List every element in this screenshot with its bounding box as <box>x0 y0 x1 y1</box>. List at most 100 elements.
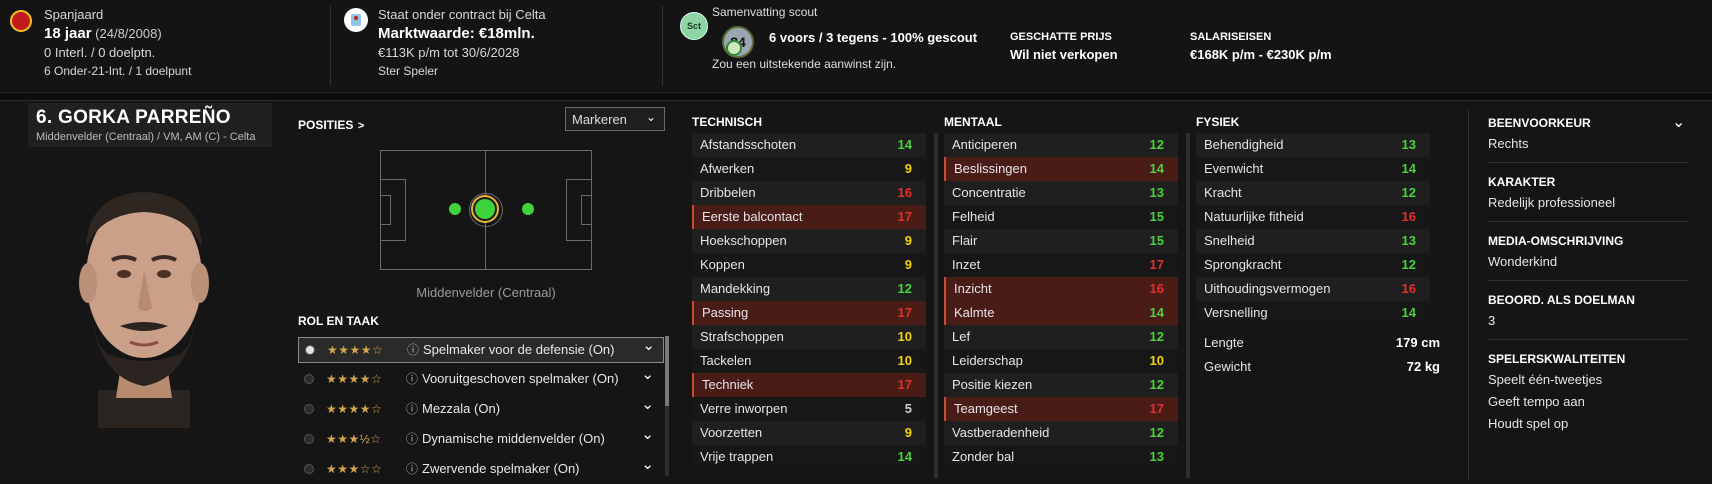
role-row[interactable]: ★★★★☆ ⓘ Vooruitgeschoven spelmaker (On) ⌄ <box>298 366 662 391</box>
scout-title: Samenvatting scout <box>712 5 818 19</box>
attribute-name: Natuurlijke fitheid <box>1204 209 1304 224</box>
attribute-row[interactable]: Eerste balcontact 17 <box>692 205 926 229</box>
attribute-row[interactable]: Hoekschoppen 9 <box>692 229 926 253</box>
foot-label: BEENVOORKEUR <box>1488 116 1591 130</box>
attribute-value: 14 <box>897 449 912 464</box>
chevron-down-icon[interactable]: ⌄ <box>1672 112 1685 132</box>
attribute-row[interactable]: Lef 12 <box>944 325 1178 349</box>
role-row[interactable]: ★★★★☆ ⓘ Spelmaker voor de defensie (On) ⌄ <box>298 337 664 363</box>
chevron-down-icon[interactable]: ⌄ <box>641 453 654 477</box>
attribute-row[interactable]: Teamgeest 17 <box>944 397 1178 421</box>
chevron-right-icon: > <box>357 120 365 132</box>
attribute-row[interactable]: Leiderschap 10 <box>944 349 1178 373</box>
attribute-row[interactable]: Flair 15 <box>944 229 1178 253</box>
attribute-row[interactable]: Techniek 17 <box>692 373 926 397</box>
role-radio[interactable] <box>304 374 314 384</box>
attribute-row[interactable]: Dribbelen 16 <box>692 181 926 205</box>
attribute-value: 5 <box>904 401 912 416</box>
attribute-row[interactable]: Anticiperen 12 <box>944 133 1178 157</box>
role-row[interactable]: ★★★☆☆ ⓘ Zwervende spelmaker (On) ⌄ <box>298 456 662 481</box>
attribute-row[interactable]: Behendigheid 13 <box>1196 133 1430 157</box>
attribute-row[interactable]: Beslissingen 14 <box>944 157 1178 181</box>
info-icon[interactable]: ⓘ <box>406 427 418 451</box>
quality-item: Houdt spel op <box>1488 416 1569 431</box>
attribute-row[interactable]: Passing 17 <box>692 301 926 325</box>
weight-value: 72 kg <box>1406 359 1440 374</box>
attribute-row[interactable]: Versnelling 14 <box>1196 301 1430 325</box>
salary-label: SALARISEISEN <box>1190 31 1272 43</box>
attribute-name: Voorzetten <box>700 425 763 440</box>
attribute-value: 16 <box>897 185 912 200</box>
player-position-line: Middenvelder (Centraal) / VM, AM (C) - C… <box>36 131 256 143</box>
attribute-value: 17 <box>1149 257 1164 272</box>
role-list-scrollbar[interactable] <box>665 336 669 476</box>
attribute-row[interactable]: Verre inworpen 5 <box>692 397 926 421</box>
highlight-dropdown[interactable]: Markeren ⌄ <box>565 107 665 131</box>
attribute-row[interactable]: Koppen 9 <box>692 253 926 277</box>
attribute-value: 12 <box>1149 425 1164 440</box>
attribute-value: 10 <box>1149 353 1164 368</box>
info-icon[interactable]: ⓘ <box>407 338 419 362</box>
attribute-name: Hoekschoppen <box>700 233 787 248</box>
attribute-name: Snelheid <box>1204 233 1255 248</box>
chevron-down-icon[interactable]: ⌄ <box>641 393 654 417</box>
chevron-down-icon[interactable]: ⌄ <box>642 334 655 358</box>
info-icon[interactable]: ⓘ <box>406 397 418 421</box>
attribute-name: Vrije trappen <box>700 449 774 464</box>
attribute-row[interactable]: Afstandsschoten 14 <box>692 133 926 157</box>
info-icon[interactable]: ⓘ <box>406 457 418 481</box>
media-value: Wonderkind <box>1488 254 1558 269</box>
attribute-row[interactable]: Evenwicht 14 <box>1196 157 1430 181</box>
scout-summary[interactable]: 6 voors / 3 tegens - 100% gescout <box>769 30 977 45</box>
attribute-row[interactable]: Inzet 17 <box>944 253 1178 277</box>
attribute-row[interactable]: Felheid 15 <box>944 205 1178 229</box>
salary-value: €168K p/m - €230K p/m <box>1190 47 1332 62</box>
role-name: Zwervende spelmaker (On) <box>422 461 580 476</box>
attribute-row[interactable]: Sprongkracht 12 <box>1196 253 1430 277</box>
attribute-name: Evenwicht <box>1204 161 1264 176</box>
attribute-row[interactable]: Inzicht 16 <box>944 277 1178 301</box>
role-row[interactable]: ★★★★☆ ⓘ Mezzala (On) ⌄ <box>298 396 662 421</box>
goalkeeper-rating-label: BEOORD. ALS DOELMAN <box>1488 293 1635 307</box>
attribute-name: Passing <box>702 305 749 320</box>
info-icon[interactable]: ⓘ <box>406 367 418 391</box>
attribute-row[interactable]: Vastberadenheid 12 <box>944 421 1178 445</box>
attribute-value: 9 <box>904 233 912 248</box>
position-pitch[interactable] <box>380 150 592 270</box>
positions-header[interactable]: POSITIES > <box>298 116 364 134</box>
attribute-row[interactable]: Snelheid 13 <box>1196 229 1430 253</box>
attribute-row[interactable]: Mandekking 12 <box>692 277 926 301</box>
attribute-value: 14 <box>1149 305 1164 320</box>
attribute-name: Uithoudingsvermogen <box>1204 281 1331 296</box>
attribute-row[interactable]: Kracht 12 <box>1196 181 1430 205</box>
qualities-label: SPELERSKWALITEITEN <box>1488 352 1626 366</box>
attribute-row[interactable]: Uithoudingsvermogen 16 <box>1196 277 1430 301</box>
attribute-value: 12 <box>1149 377 1164 392</box>
attribute-row[interactable]: Vrije trappen 14 <box>692 445 926 469</box>
role-radio[interactable] <box>305 345 315 355</box>
chevron-down-icon[interactable]: ⌄ <box>641 423 654 447</box>
attribute-row[interactable]: Voorzetten 9 <box>692 421 926 445</box>
contract-club: Staat onder contract bij Celta <box>378 7 546 22</box>
role-radio[interactable] <box>304 404 314 414</box>
attribute-value: 17 <box>897 305 912 320</box>
attribute-row[interactable]: Concentratie 13 <box>944 181 1178 205</box>
role-radio[interactable] <box>304 464 314 474</box>
attribute-row[interactable]: Zonder bal 13 <box>944 445 1178 469</box>
attribute-row[interactable]: Positie kiezen 12 <box>944 373 1178 397</box>
physical-header: FYSIEK <box>1196 115 1240 129</box>
attribute-row[interactable]: Tackelen 10 <box>692 349 926 373</box>
attribute-row[interactable]: Natuurlijke fitheid 16 <box>1196 205 1430 229</box>
personal-info: Spanjaard 18 jaar (24/8/2008) 0 Interl. … <box>44 6 191 80</box>
attribute-name: Felheid <box>952 209 995 224</box>
role-row[interactable]: ★★★½☆ ⓘ Dynamische middenvelder (On) ⌄ <box>298 426 662 451</box>
scout-badge: Sct <box>680 12 708 40</box>
chevron-down-icon[interactable]: ⌄ <box>641 363 654 387</box>
attribute-row[interactable]: Strafschoppen 10 <box>692 325 926 349</box>
attribute-value: 12 <box>897 281 912 296</box>
role-radio[interactable] <box>304 434 314 444</box>
role-stars: ★★★☆☆ <box>326 462 383 476</box>
attribute-row[interactable]: Afwerken 9 <box>692 157 926 181</box>
attribute-row[interactable]: Kalmte 14 <box>944 301 1178 325</box>
attribute-value: 15 <box>1149 209 1164 224</box>
